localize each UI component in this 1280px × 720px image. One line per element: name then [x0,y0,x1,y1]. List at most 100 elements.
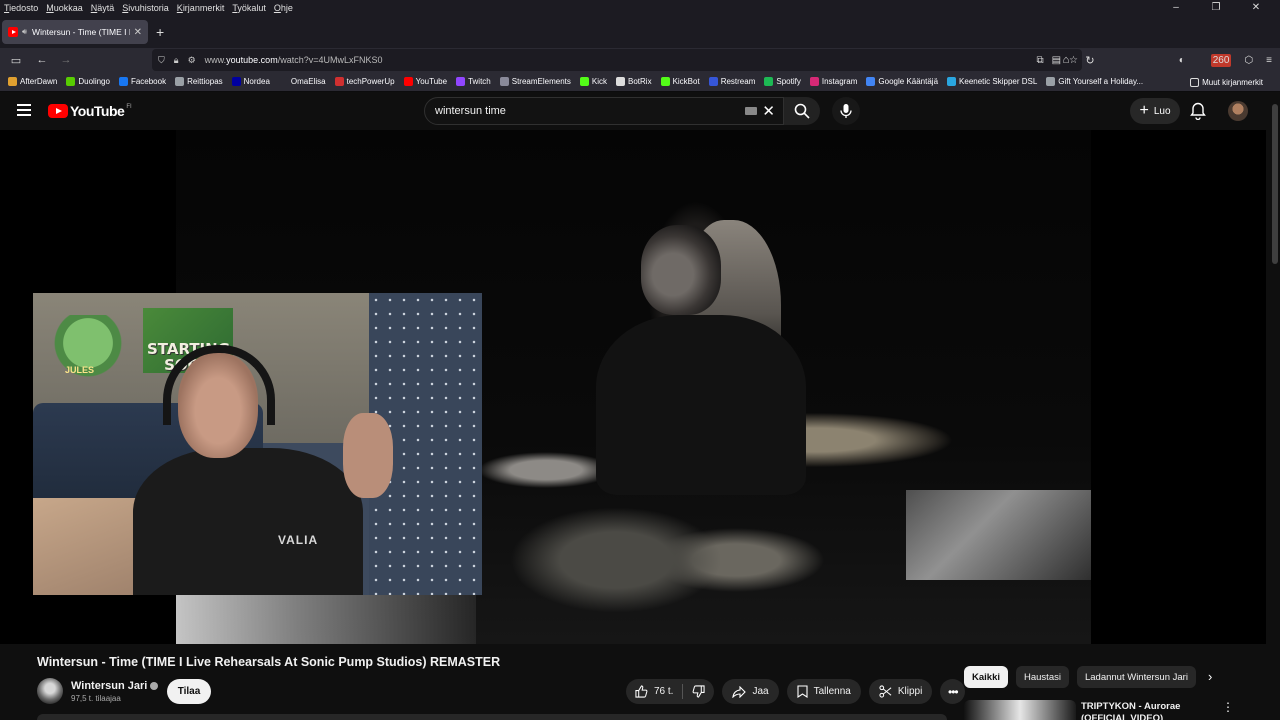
picture-in-picture-icon[interactable]: ⧉ [1036,55,1043,66]
chip-search[interactable]: Haustasi [1016,666,1069,688]
recommendation-title[interactable]: TRIPTYKON - Aurorae (OFFICIAL VIDEO) [1081,701,1211,720]
bookmark-item[interactable]: Duolingo [66,77,110,86]
like-dislike-group: 76 t. [626,679,715,704]
bookmark-item[interactable]: Restream [708,77,755,86]
bookmark-item[interactable]: techPowerUp [334,77,395,86]
bookmark-item[interactable]: AfterDawn [8,77,57,86]
forward-button[interactable]: → [54,54,78,66]
bookmark-favicon-icon [616,77,625,86]
like-button[interactable]: 76 t. [626,679,682,704]
bookmark-label: Duolingo [78,77,110,86]
recommendation-menu-icon[interactable]: ⋮ [1222,700,1234,714]
bookmark-item[interactable]: Reittiopas [175,77,223,86]
bookmark-label: Instagram [821,77,858,86]
bookmark-favicon-icon [456,77,466,86]
share-icon [732,685,747,698]
bookmark-favicon-icon [8,77,17,86]
shield-icon[interactable]: ⛉ [158,55,165,66]
bookmark-favicon-icon [809,77,819,86]
bookmark-favicon-icon [175,77,185,86]
bookmark-item[interactable]: BotRix [616,77,652,86]
search-button[interactable] [784,97,820,125]
youtube-logo[interactable]: YouTube FI [48,103,132,119]
share-button[interactable]: Jaa [722,679,779,704]
minimize-button[interactable]: – [1160,0,1192,16]
new-tab-button[interactable]: + [156,24,164,40]
save-button[interactable]: Tallenna [786,679,861,704]
thumbs-down-icon [693,685,706,698]
close-window-button[interactable]: ✕ [1240,0,1272,16]
bookmark-label: Gift Yourself a Holiday... [1058,77,1144,86]
bookmark-item[interactable]: Instagram [809,77,858,86]
menu-view[interactable]: Näytä [91,3,115,13]
bookmark-item[interactable]: Kick [579,77,607,86]
dislike-button[interactable] [683,679,714,704]
bookmark-item[interactable]: Gift Yourself a Holiday... [1046,77,1143,86]
address-bar[interactable]: ⛉ 🔒︎ ⚙ www.youtube.com/watch?v=4UMwLxFNK… [152,49,1082,71]
bookmark-item[interactable]: YouTube [403,77,447,86]
search-query: wintersun time [435,105,506,117]
speaker-icon[interactable]: 🔊︎ [22,27,27,37]
ublock-extension-icon[interactable]: 260 [1198,53,1232,67]
vpn-extension-icon[interactable]: ◐ [1179,55,1185,66]
recommendation-thumbnail[interactable] [964,700,1076,720]
drummer-head [641,225,721,315]
home-icon[interactable]: ⌂ [1054,54,1078,66]
video-player[interactable]: JULES STARTING SOON VALIA [0,130,1266,644]
create-button[interactable]: + Luo [1130,98,1180,124]
back-button[interactable]: ← [30,54,54,66]
bookmark-label: KickBot [672,77,700,86]
folder-icon [1190,77,1200,87]
bookmark-item[interactable]: StreamElements [499,77,571,86]
clear-search-icon[interactable]: ✕ [762,102,775,120]
tab-title: Wintersun - Time (TIME I Live [32,27,130,37]
description-box[interactable] [37,714,947,720]
other-bookmarks[interactable]: Muut kirjanmerkit [1190,72,1263,92]
menu-tools[interactable]: Työkalut [232,3,266,13]
search-input[interactable]: wintersun time ✕ [424,97,784,125]
bookmark-item[interactable]: Nordea [231,77,270,86]
app-menu-icon[interactable]: ≡ [1266,55,1272,66]
menu-bookmarks[interactable]: Kirjanmerkit [177,3,225,13]
verified-icon [150,682,159,691]
menu-edit[interactable]: Muokkaa [46,3,83,13]
bookmark-item[interactable]: OmaElisa [278,77,326,86]
notifications-bell-icon[interactable] [1190,102,1206,125]
lock-icon[interactable]: 🔒︎ [174,55,179,66]
bookmark-item[interactable]: Facebook [118,77,166,86]
channel-name[interactable]: Wintersun Jari [71,680,159,692]
youtube-header: YouTube FI wintersun time ✕ + Luo [0,92,1280,130]
close-tab-icon[interactable]: ✕ [134,27,142,38]
permissions-icon[interactable]: ⚙ [188,55,196,66]
page-scrollbar[interactable] [1272,104,1278,264]
guide-menu-icon[interactable] [17,104,31,119]
menu-help[interactable]: Ohje [274,3,293,13]
bookmark-item[interactable]: Twitch [456,77,491,86]
channel-avatar[interactable] [37,678,63,704]
voice-search-button[interactable] [832,97,860,125]
chip-from-channel[interactable]: Ladannut Wintersun Jari [1076,666,1196,688]
nav-bar: ▭ ← → ⛉ 🔒︎ ⚙ www.youtube.com/watch?v=4UM… [0,48,1280,72]
bookmark-item[interactable]: Google Kääntäjä [866,77,938,86]
keyboard-icon[interactable] [745,107,757,115]
chevron-right-icon[interactable]: › [1208,669,1212,684]
streamer-hand [343,413,393,498]
browser-tab[interactable]: 🔊︎ Wintersun - Time (TIME I Live ✕ [2,20,148,44]
restore-button[interactable]: ❐ [1200,0,1232,16]
clip-button[interactable]: Klippi [868,679,933,704]
subscribe-button[interactable]: Tilaa [167,679,211,704]
account-avatar[interactable] [1228,101,1248,121]
reload-icon[interactable]: ↻ [1078,54,1102,67]
bookmark-item[interactable]: Keenetic Skipper DSL [947,77,1037,86]
bookmark-item[interactable]: KickBot [660,77,700,86]
drummer-body [596,315,806,495]
sidebar-toggle-icon[interactable]: ▭ [4,54,28,67]
chip-all[interactable]: Kaikki [964,666,1008,688]
menu-history[interactable]: Sivuhistoria [122,3,169,13]
bookmark-favicon-icon [660,77,670,86]
extensions-icon[interactable]: ⬡ [1244,55,1253,66]
bookmark-favicon-icon [334,77,344,86]
bookmark-item[interactable]: Spotify [764,77,801,86]
menu-file[interactable]: Tiedosto [4,3,38,13]
more-actions-button[interactable]: ••• [940,679,966,704]
